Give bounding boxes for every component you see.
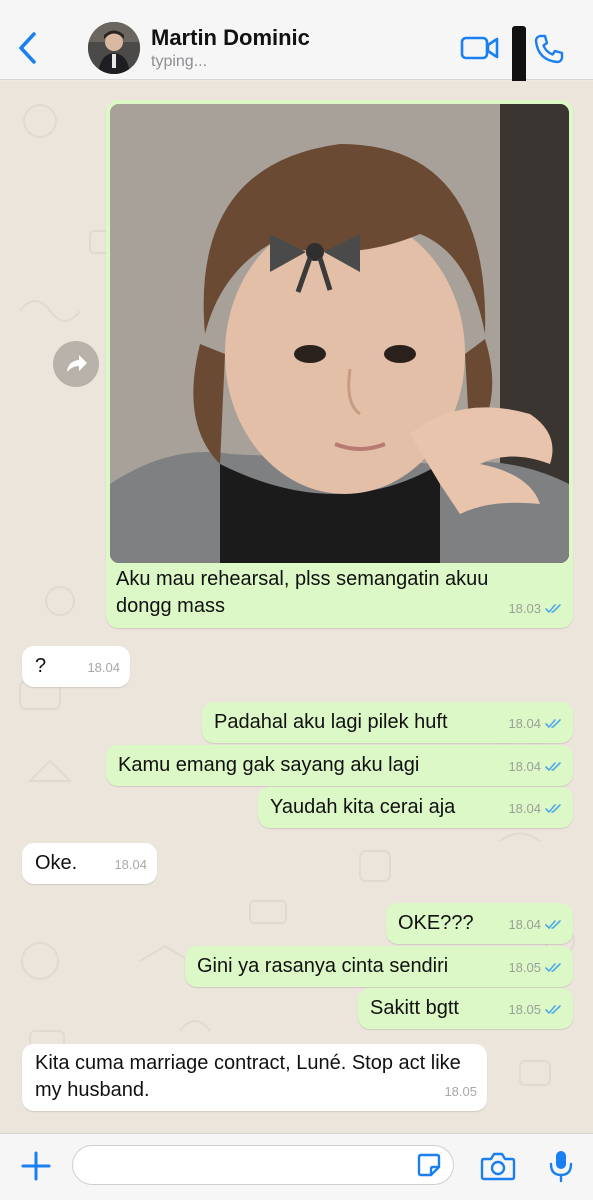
- plus-icon: [21, 1151, 51, 1181]
- photo-attachment[interactable]: [110, 104, 569, 563]
- back-button[interactable]: [14, 28, 42, 68]
- read-ticks-icon: [545, 762, 561, 772]
- message-bubble[interactable]: Padahal aku lagi pilek huft 18.04: [202, 702, 573, 743]
- message-bubble[interactable]: Gini ya rasanya cinta sendiri 18.05: [185, 946, 573, 987]
- message-text: Kamu emang gak sayang aku lagi: [118, 754, 420, 776]
- camera-button[interactable]: [480, 1150, 516, 1182]
- read-ticks-icon: [545, 719, 561, 729]
- message-bubble[interactable]: ? 18.04: [22, 646, 130, 687]
- message-meta: 18.04: [508, 795, 563, 822]
- message-text: Kita cuma marriage contract, Luné. Stop …: [35, 1052, 461, 1101]
- message-time: 18.04: [508, 801, 541, 816]
- message-meta: 18.03: [508, 595, 563, 622]
- message-time: 18.04: [508, 917, 541, 932]
- contact-status: typing...: [151, 53, 208, 70]
- message-bubble[interactable]: Sakitt bgtt 18.05: [358, 988, 573, 1029]
- voice-message-button[interactable]: [548, 1148, 574, 1184]
- chevron-left-icon: [19, 32, 36, 64]
- read-ticks-icon: [545, 1005, 561, 1015]
- message-composer: [0, 1133, 593, 1200]
- message-meta: 18.05: [508, 996, 563, 1023]
- message-time: 18.04: [114, 857, 147, 872]
- phone-icon: [534, 34, 564, 64]
- read-ticks-icon: [545, 920, 561, 930]
- message-time: 18.05: [444, 1084, 477, 1099]
- message-time: 18.03: [508, 601, 541, 616]
- read-ticks-icon: [545, 604, 561, 614]
- message-meta: 18.05: [508, 954, 563, 981]
- chat-header: Martin Dominic typing...: [0, 0, 593, 88]
- message-time: 18.05: [508, 1002, 541, 1017]
- chat-area[interactable]: Aku mau rehearsal, plss semangatin akuu …: [0, 81, 593, 1133]
- message-meta: 18.04: [508, 911, 563, 938]
- message-time: 18.04: [508, 759, 541, 774]
- message-time: 18.04: [508, 716, 541, 731]
- message-meta: 18.04: [508, 753, 563, 780]
- voice-call-button[interactable]: [532, 32, 566, 66]
- message-input[interactable]: [72, 1145, 454, 1185]
- camera-icon: [480, 1152, 516, 1181]
- share-arrow-icon: [67, 355, 87, 372]
- message-bubble[interactable]: OKE??? 18.04: [386, 903, 573, 944]
- avatar[interactable]: [88, 22, 140, 74]
- contact-name[interactable]: Martin Dominic: [151, 25, 310, 51]
- read-ticks-icon: [545, 963, 561, 973]
- video-camera-icon: [460, 36, 499, 60]
- message-text: Aku mau rehearsal, plss semangatin akuu …: [116, 568, 489, 617]
- read-ticks-icon: [545, 804, 561, 814]
- message-bubble[interactable]: Oke. 18.04: [22, 843, 157, 884]
- message-bubble[interactable]: Kamu emang gak sayang aku lagi 18.04: [106, 745, 573, 786]
- message-photo[interactable]: Aku mau rehearsal, plss semangatin akuu …: [106, 100, 573, 628]
- sticker-button[interactable]: [416, 1152, 442, 1178]
- message-meta: 18.04: [508, 710, 563, 737]
- forward-button[interactable]: [53, 341, 99, 387]
- message-time: 18.04: [87, 660, 120, 675]
- message-text: Gini ya rasanya cinta sendiri: [197, 955, 449, 977]
- microphone-icon: [549, 1151, 573, 1183]
- attach-button[interactable]: [18, 1148, 54, 1184]
- message-bubble[interactable]: Kita cuma marriage contract, Luné. Stop …: [22, 1044, 487, 1111]
- redaction-mark: [512, 26, 526, 88]
- video-call-button[interactable]: [460, 34, 500, 62]
- message-time: 18.05: [508, 960, 541, 975]
- message-bubble[interactable]: Yaudah kita cerai aja 18.04: [258, 787, 573, 828]
- sticker-icon: [417, 1153, 441, 1177]
